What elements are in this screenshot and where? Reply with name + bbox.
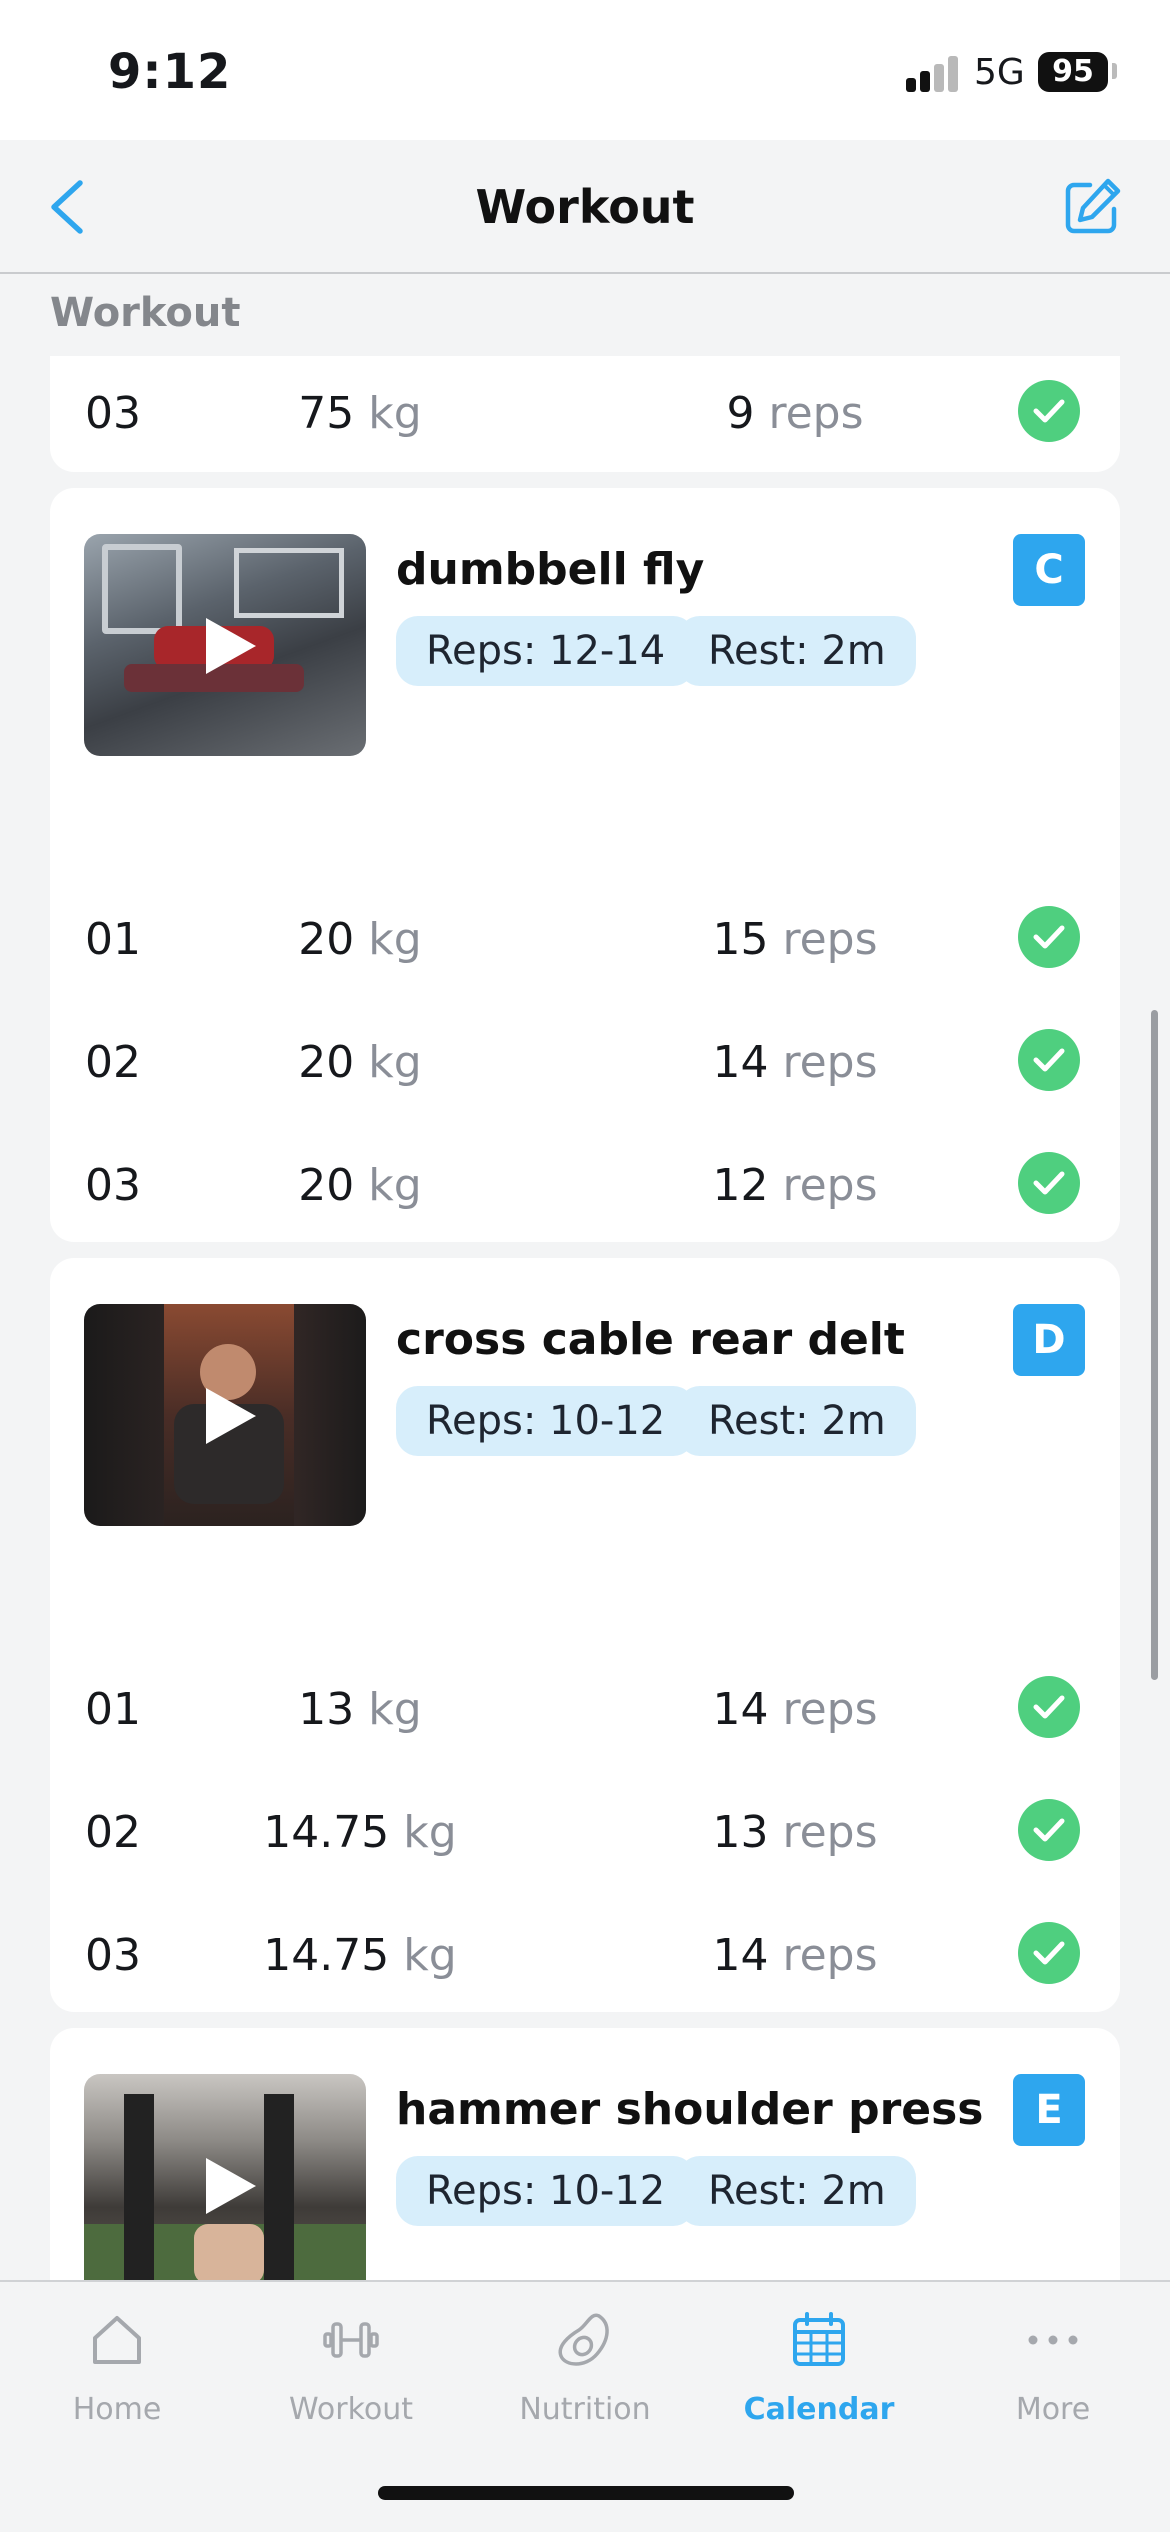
- set-weight: 14.75 kg: [263, 1807, 457, 1858]
- signal-icon: [906, 56, 958, 92]
- set-weight: 75 kg: [298, 388, 422, 439]
- status-bar: 9:12 5G 95: [0, 0, 1170, 140]
- check-icon[interactable]: [1018, 1029, 1080, 1091]
- exercise-video-thumbnail[interactable]: [84, 534, 366, 756]
- battery-tip: [1112, 63, 1117, 79]
- rest-pill: Rest: 2m: [678, 1386, 916, 1456]
- set-reps: 14 reps: [712, 1037, 878, 1088]
- tab-more[interactable]: More: [936, 2282, 1170, 2432]
- set-row: 02 14.75 kg 13 reps: [50, 1789, 1120, 1869]
- superset-badge: E: [1013, 2074, 1085, 2146]
- set-row: 01 13 kg 14 reps: [50, 1666, 1120, 1746]
- set-number: 03: [85, 1930, 141, 1981]
- set-reps: 13 reps: [712, 1807, 878, 1858]
- rest-pill: Rest: 2m: [678, 2156, 916, 2226]
- set-row: 03 20 kg 12 reps: [50, 1142, 1120, 1222]
- section-header: Workout: [50, 290, 241, 336]
- set-number: 02: [85, 1037, 141, 1088]
- battery-icon: 95: [1038, 52, 1108, 92]
- reps-pill: Reps: 10-12: [396, 1386, 696, 1456]
- set-weight: 13 kg: [298, 1684, 422, 1735]
- set-weight: 20 kg: [298, 1037, 422, 1088]
- exercise-name: hammer shoulder press: [396, 2084, 984, 2135]
- tab-label: Home: [72, 2392, 162, 2427]
- scroll-indicator[interactable]: [1151, 1010, 1158, 1680]
- nav-bar: Workout: [0, 140, 1170, 274]
- exercise-video-thumbnail[interactable]: [84, 1304, 366, 1526]
- home-icon: [93, 2316, 141, 2364]
- set-reps: 14 reps: [712, 1684, 878, 1735]
- set-number: 01: [85, 914, 141, 965]
- set-number: 03: [85, 1160, 141, 1211]
- exercise-card-partial: 03 75 kg 9 reps: [50, 356, 1120, 472]
- set-number: 02: [85, 1807, 141, 1858]
- check-icon[interactable]: [1018, 906, 1080, 968]
- status-time: 9:12: [108, 44, 232, 100]
- set-reps: 12 reps: [712, 1160, 878, 1211]
- superset-badge: C: [1013, 534, 1085, 606]
- more-icon: [1028, 2335, 1078, 2345]
- exercise-name: dumbbell fly: [396, 544, 705, 595]
- edit-icon[interactable]: [1060, 175, 1124, 239]
- tab-workout[interactable]: Workout: [234, 2282, 468, 2432]
- page-title: Workout: [475, 180, 695, 234]
- dumbbell-icon: [323, 2322, 379, 2358]
- reps-pill: Reps: 12-14: [396, 616, 696, 686]
- set-row: 02 20 kg 14 reps: [50, 1019, 1120, 1099]
- tab-label: Nutrition: [519, 2392, 651, 2427]
- set-row: 03 75 kg 9 reps: [50, 370, 1120, 450]
- tab-label: Workout: [288, 2392, 414, 2427]
- tab-label: More: [1015, 2392, 1091, 2427]
- set-number: 01: [85, 1684, 141, 1735]
- check-icon[interactable]: [1018, 380, 1080, 442]
- superset-badge: D: [1013, 1304, 1085, 1376]
- set-reps: 15 reps: [712, 914, 878, 965]
- set-reps: 9 reps: [726, 388, 864, 439]
- exercise-name: cross cable rear delt: [396, 1314, 905, 1365]
- check-icon[interactable]: [1018, 1922, 1080, 1984]
- tab-calendar[interactable]: Calendar: [702, 2282, 936, 2432]
- rest-pill: Rest: 2m: [678, 616, 916, 686]
- set-row: 03 14.75 kg 14 reps: [50, 1912, 1120, 1992]
- set-number: 03: [85, 388, 141, 439]
- tab-label: Calendar: [743, 2392, 895, 2427]
- set-weight: 20 kg: [298, 914, 422, 965]
- tab-home[interactable]: Home: [0, 2282, 234, 2432]
- play-icon[interactable]: [202, 616, 258, 676]
- exercise-video-thumbnail[interactable]: [84, 2074, 366, 2296]
- check-icon[interactable]: [1018, 1799, 1080, 1861]
- play-icon[interactable]: [202, 2156, 258, 2216]
- set-reps: 14 reps: [712, 1930, 878, 1981]
- home-indicator[interactable]: [378, 2486, 794, 2500]
- exercise-card: dumbbell fly Reps: 12-14 Rest: 2m C 01 2…: [50, 488, 1120, 1242]
- play-icon[interactable]: [202, 1386, 258, 1446]
- calendar-icon: [793, 2312, 845, 2366]
- tab-nutrition[interactable]: Nutrition: [468, 2282, 702, 2432]
- reps-pill: Reps: 10-12: [396, 2156, 696, 2226]
- set-row: 01 20 kg 15 reps: [50, 896, 1120, 976]
- exercise-card: cross cable rear delt Reps: 10-12 Rest: …: [50, 1258, 1120, 2012]
- network-label: 5G: [974, 52, 1025, 93]
- check-icon[interactable]: [1018, 1152, 1080, 1214]
- set-weight: 20 kg: [298, 1160, 422, 1211]
- set-weight: 14.75 kg: [263, 1930, 457, 1981]
- avocado-icon: [558, 2313, 609, 2366]
- check-icon[interactable]: [1018, 1676, 1080, 1738]
